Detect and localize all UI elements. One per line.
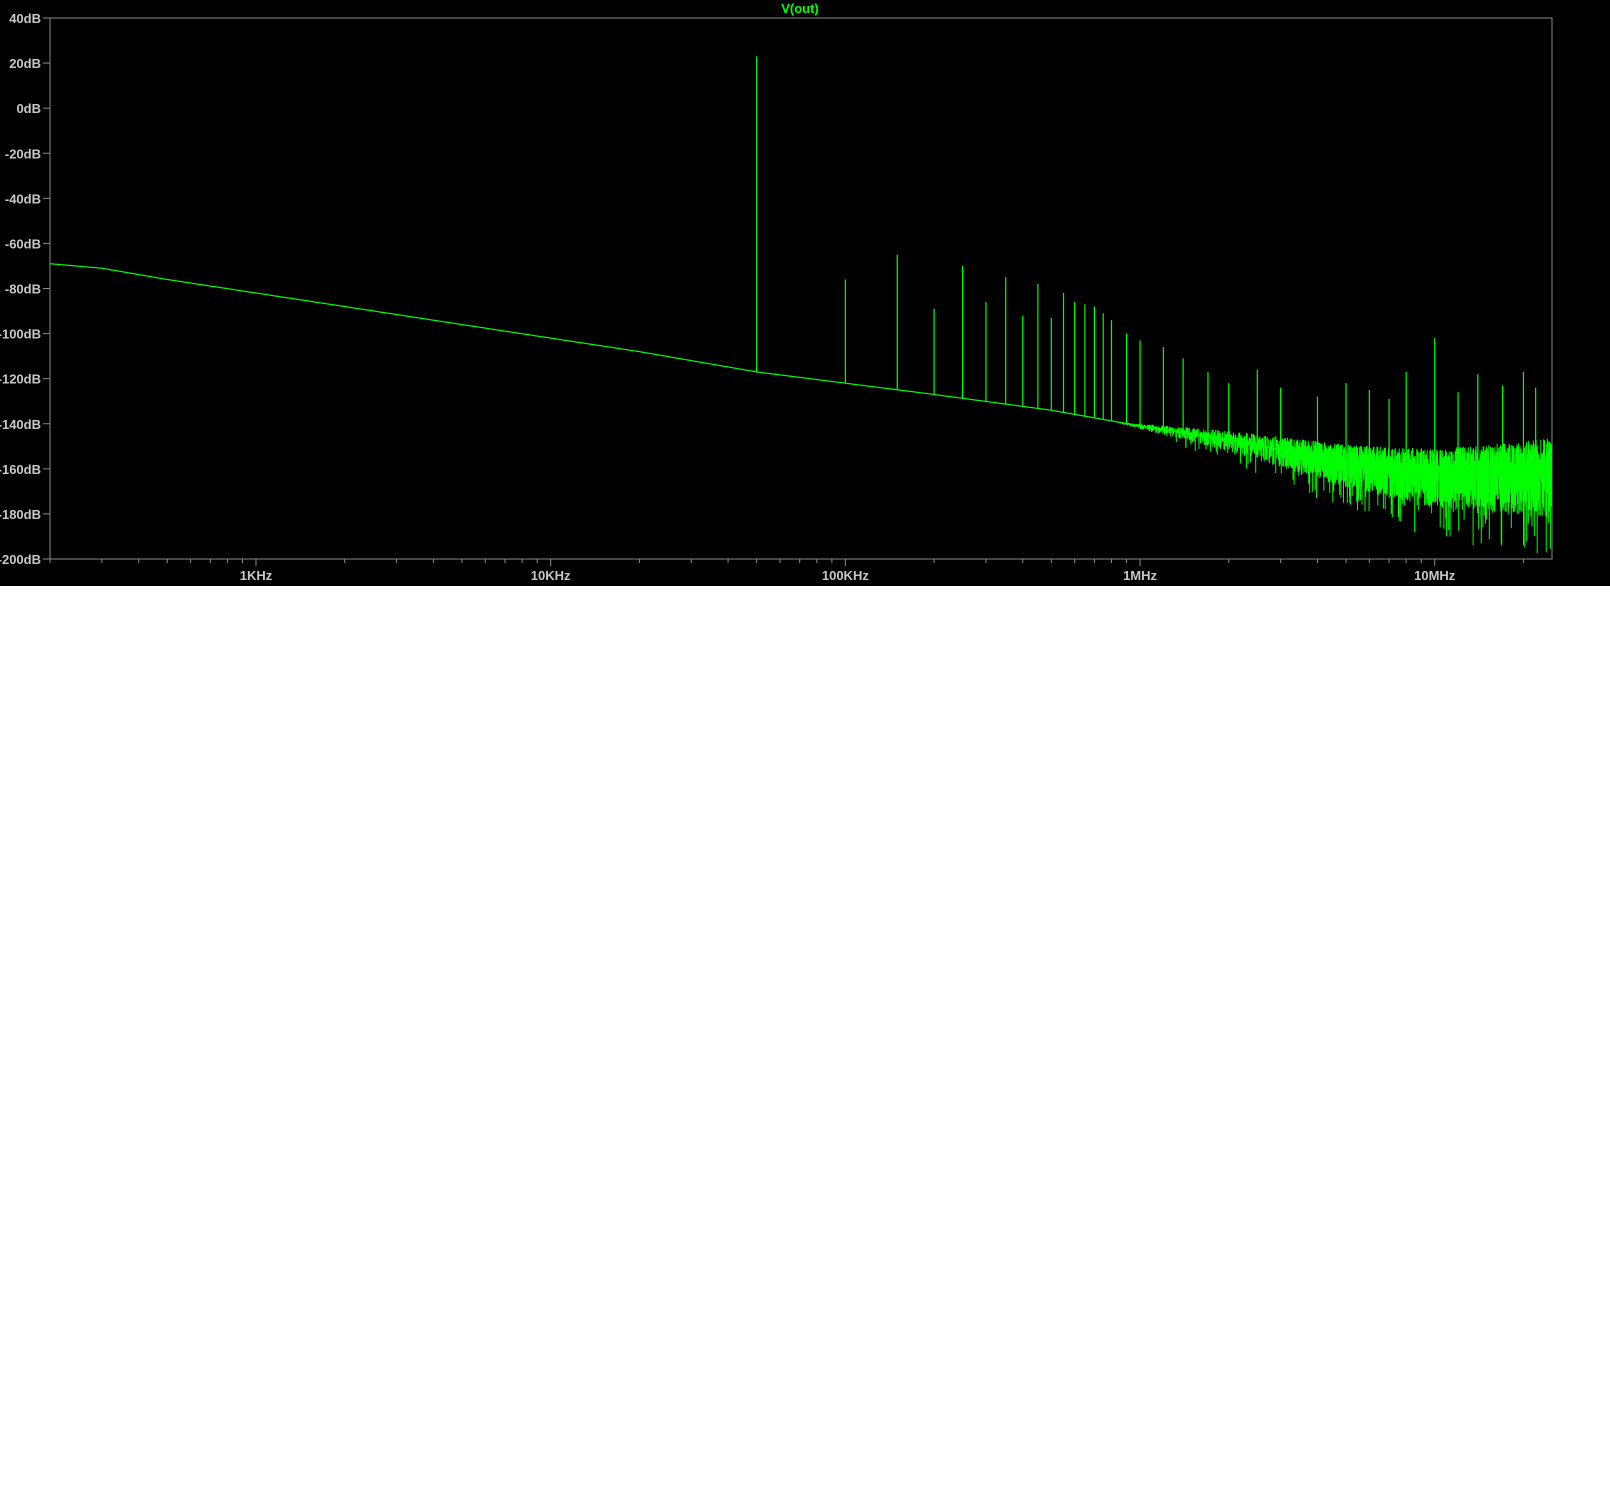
y-tick-label: 0dB bbox=[16, 101, 41, 116]
noise-grass bbox=[1112, 420, 1552, 553]
plot-frame[interactable] bbox=[49, 17, 1553, 560]
y-tick-label: -200dB bbox=[0, 552, 41, 567]
noise-floor-line bbox=[50, 263, 1552, 474]
y-tick-label: -80dB bbox=[5, 282, 41, 297]
trace-layer bbox=[50, 56, 1552, 553]
y-tick-label: -140dB bbox=[0, 417, 41, 432]
x-tick-label: 10KHz bbox=[531, 568, 571, 583]
y-tick-label: -160dB bbox=[0, 462, 41, 477]
x-tick-label: 100KHz bbox=[822, 568, 869, 583]
y-tick-label: -100dB bbox=[0, 327, 41, 342]
x-tick-label: 10MHz bbox=[1414, 568, 1456, 583]
spectrum-chart: V(out) 40dB 20dB 0dB -20dB -40dB -60dB -80dB -1… bbox=[0, 1, 1553, 583]
trace-title[interactable]: V(out) bbox=[781, 1, 819, 16]
y-tick-label: -180dB bbox=[0, 507, 41, 522]
y-tick-label: -60dB bbox=[5, 236, 41, 251]
x-tick-label: 1MHz bbox=[1123, 568, 1157, 583]
y-tick-label: -20dB bbox=[5, 146, 41, 161]
y-tick-label: -40dB bbox=[5, 191, 41, 206]
y-tick-label: 40dB bbox=[9, 11, 41, 26]
x-tick-label: 1KHz bbox=[240, 568, 273, 583]
y-tick-label: 20dB bbox=[9, 56, 41, 71]
y-tick-label: -120dB bbox=[0, 372, 41, 387]
plot-window: V(out) 40dB 20dB 0dB -20dB -40dB -60dB -80dB -1… bbox=[0, 0, 1610, 586]
axis-ticks: 40dB 20dB 0dB -20dB -40dB -60dB -80dB -100dB -12… bbox=[0, 11, 1524, 583]
